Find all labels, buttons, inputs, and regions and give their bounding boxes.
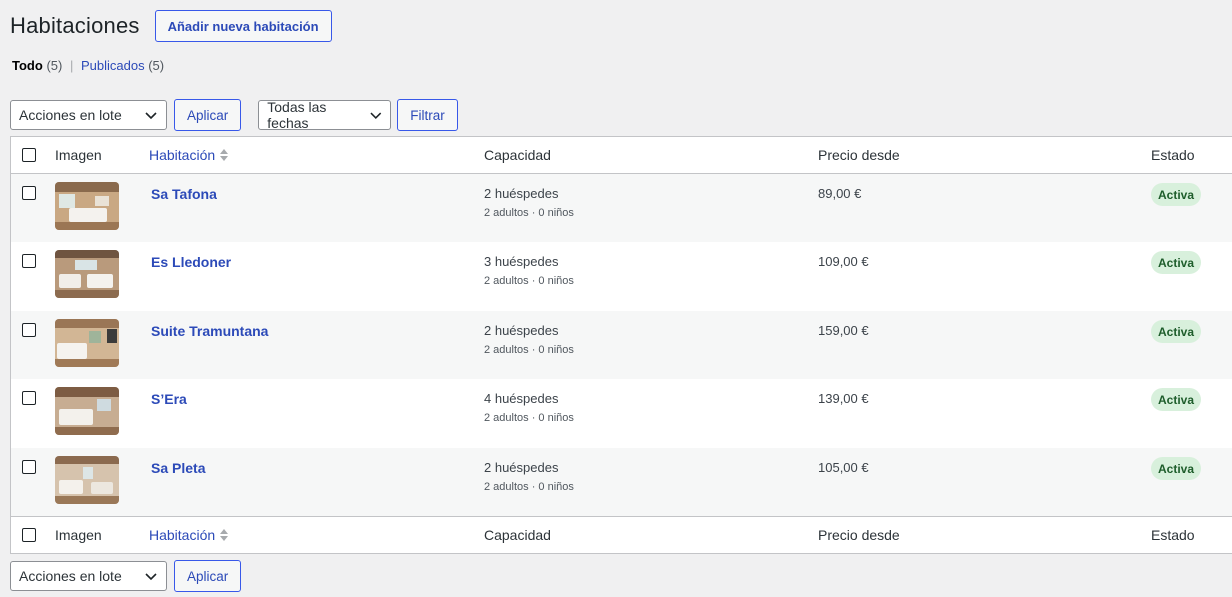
bulk-actions-value: Acciones en lote [19, 107, 122, 123]
room-price: 109,00 € [818, 254, 869, 269]
status-badge: Activa [1151, 457, 1202, 480]
room-guests: 4 huéspedes [484, 391, 559, 406]
column-status: Estado [1151, 147, 1195, 163]
dates-select[interactable]: Todas las fechas [258, 99, 392, 131]
column-price-footer: Precio desde [818, 527, 900, 543]
column-room-sort[interactable]: Habitación [149, 147, 229, 163]
chevron-down-icon [370, 112, 381, 120]
view-filters: Todo (5) | Publicados (5) [12, 58, 164, 73]
room-price: 105,00 € [818, 460, 869, 475]
row-checkbox[interactable] [22, 323, 36, 337]
room-guests: 2 huéspedes [484, 460, 559, 475]
column-capacity-footer: Capacidad [484, 527, 551, 543]
row-checkbox[interactable] [22, 254, 36, 268]
room-guests: 3 huéspedes [484, 254, 559, 269]
room-thumbnail[interactable] [55, 319, 119, 367]
table-header: Imagen Habitación Capacidad Precio desde… [11, 137, 1232, 174]
filter-button[interactable]: Filtrar [397, 99, 458, 131]
bulk-actions-select[interactable]: Acciones en lote [10, 100, 167, 130]
table-row: Sa Pleta 2 huéspedes 2 adultos · 0 niños… [11, 448, 1232, 516]
room-guests-detail: 2 adultos · 0 niños [484, 412, 574, 424]
column-room-label-footer: Habitación [149, 527, 216, 543]
view-all-count: (5) [46, 58, 63, 73]
column-status-footer: Estado [1151, 527, 1195, 543]
room-price: 159,00 € [818, 323, 869, 338]
column-price: Precio desde [818, 147, 900, 163]
status-badge: Activa [1151, 183, 1202, 206]
select-all-checkbox[interactable] [22, 148, 36, 162]
chevron-down-icon [145, 573, 157, 581]
column-room-sort-footer[interactable]: Habitación [149, 527, 229, 543]
add-room-button[interactable]: Añadir nueva habitación [154, 10, 332, 42]
room-thumbnail[interactable] [55, 250, 119, 298]
table-footer: Imagen Habitación Capacidad Precio desde… [11, 516, 1232, 553]
table-row: S’Era 4 huéspedes 2 adultos · 0 niños 13… [11, 379, 1232, 447]
table-row: Sa Tafona 2 huéspedes 2 adultos · 0 niño… [11, 174, 1232, 242]
room-guests-detail: 2 adultos · 0 niños [484, 481, 574, 493]
column-room-label: Habitación [149, 147, 216, 163]
sort-icon [220, 529, 229, 541]
column-capacity: Capacidad [484, 147, 551, 163]
view-published[interactable]: Publicados [81, 58, 145, 73]
column-image: Imagen [55, 147, 102, 163]
room-guests-detail: 2 adultos · 0 niños [484, 275, 574, 287]
bulk-actions-select-bottom[interactable]: Acciones en lote [10, 561, 167, 591]
room-thumbnail[interactable] [55, 456, 119, 504]
room-guests: 2 huéspedes [484, 323, 559, 338]
room-thumbnail[interactable] [55, 182, 119, 230]
page-title: Habitaciones [10, 13, 140, 38]
apply-button-bottom[interactable]: Aplicar [174, 560, 242, 592]
room-guests-detail: 2 adultos · 0 niños [484, 344, 574, 356]
view-all[interactable]: Todo [12, 58, 43, 73]
room-name-link[interactable]: Sa Pleta [151, 460, 205, 476]
room-guests: 2 huéspedes [484, 186, 559, 201]
sort-icon [220, 149, 229, 161]
chevron-down-icon [145, 112, 157, 120]
rooms-table: Imagen Habitación Capacidad Precio desde… [10, 136, 1232, 554]
status-badge: Activa [1151, 320, 1202, 343]
tablenav-bottom: Acciones en lote Aplicar [10, 560, 242, 592]
row-checkbox[interactable] [22, 391, 36, 405]
select-all-checkbox-footer[interactable] [22, 528, 36, 542]
view-published-count: (5) [148, 58, 165, 73]
room-name-link[interactable]: S’Era [151, 391, 187, 407]
room-price: 139,00 € [818, 391, 869, 406]
dates-value: Todas las fechas [267, 99, 327, 131]
room-thumbnail[interactable] [55, 387, 119, 435]
status-badge: Activa [1151, 388, 1202, 411]
view-separator: | [69, 58, 74, 73]
status-badge: Activa [1151, 251, 1202, 274]
table-row: Suite Tramuntana 2 huéspedes 2 adultos ·… [11, 311, 1232, 379]
page-header: Habitaciones Añadir nueva habitación [10, 10, 332, 42]
room-name-link[interactable]: Es Lledoner [151, 254, 231, 270]
row-checkbox[interactable] [22, 460, 36, 474]
tablenav-top: Acciones en lote Aplicar Todas las fecha… [10, 99, 458, 131]
room-price: 89,00 € [818, 186, 862, 201]
table-row: Es Lledoner 3 huéspedes 2 adultos · 0 ni… [11, 242, 1232, 310]
room-name-link[interactable]: Suite Tramuntana [151, 323, 268, 339]
row-checkbox[interactable] [22, 186, 36, 200]
apply-button-top[interactable]: Aplicar [174, 99, 242, 131]
column-image-footer: Imagen [55, 527, 102, 543]
room-name-link[interactable]: Sa Tafona [151, 186, 217, 202]
bulk-actions-value-bottom: Acciones en lote [19, 568, 122, 584]
room-guests-detail: 2 adultos · 0 niños [484, 207, 574, 219]
